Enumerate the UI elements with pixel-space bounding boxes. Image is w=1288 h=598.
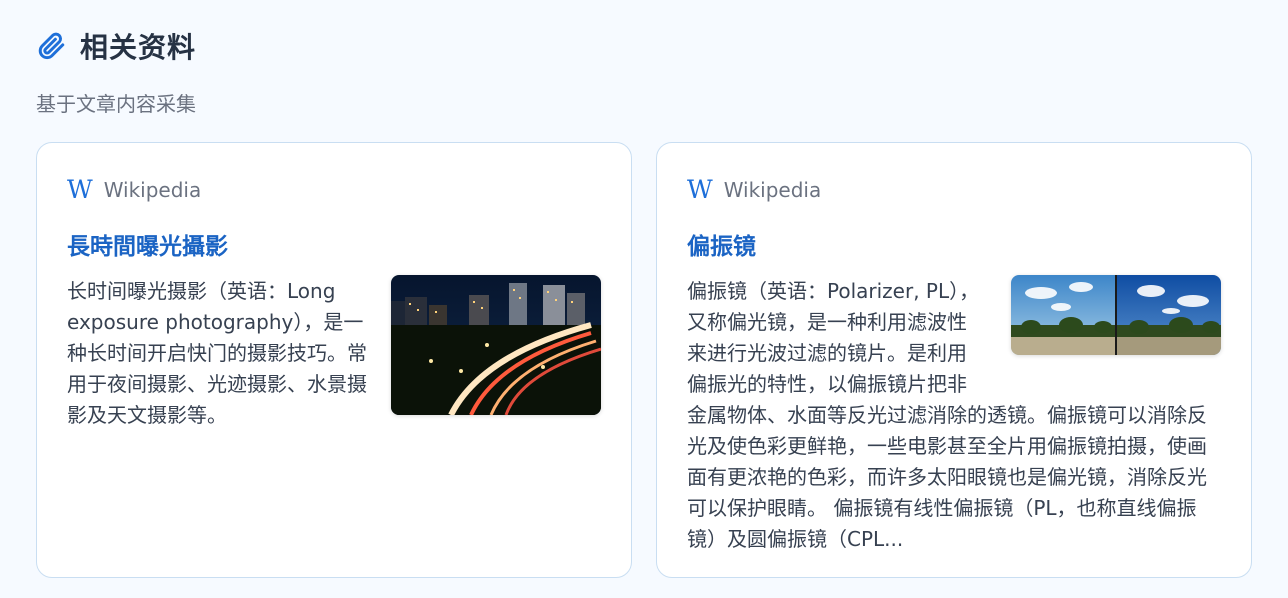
paperclip-icon xyxy=(36,31,66,61)
reference-card[interactable]: W Wikipedia 偏振镜 偏振镜（英语：Polarizer, PL），又称… xyxy=(656,142,1252,578)
section-header: 相关资料 xyxy=(36,26,196,66)
source-label: W Wikipedia xyxy=(67,177,201,202)
source-label: W Wikipedia xyxy=(687,177,821,202)
wikipedia-icon: W xyxy=(67,175,93,204)
source-name: Wikipedia xyxy=(723,177,822,202)
card-title-link[interactable]: 偏振镜 xyxy=(687,227,756,261)
wikipedia-icon: W xyxy=(687,175,713,204)
night-highway-thumbnail xyxy=(391,275,601,415)
section-subtitle: 基于文章内容采集 xyxy=(36,92,196,116)
card-title-link[interactable]: 長時間曝光攝影 xyxy=(67,227,228,261)
section-title: 相关资料 xyxy=(80,31,197,64)
card-summary: 长时间曝光摄影（英语：Long exposure photography），是一… xyxy=(67,279,367,427)
reference-card[interactable]: W Wikipedia 長時間曝光攝影 长时间曝光摄影（英语：Long expo… xyxy=(36,142,632,578)
source-name: Wikipedia xyxy=(103,177,202,202)
card-summary: 偏振镜（英语：Polarizer, PL），又称偏光镜，是一种利用滤波性来进行光… xyxy=(687,276,1217,556)
thumbnail-spacer xyxy=(981,276,1217,382)
